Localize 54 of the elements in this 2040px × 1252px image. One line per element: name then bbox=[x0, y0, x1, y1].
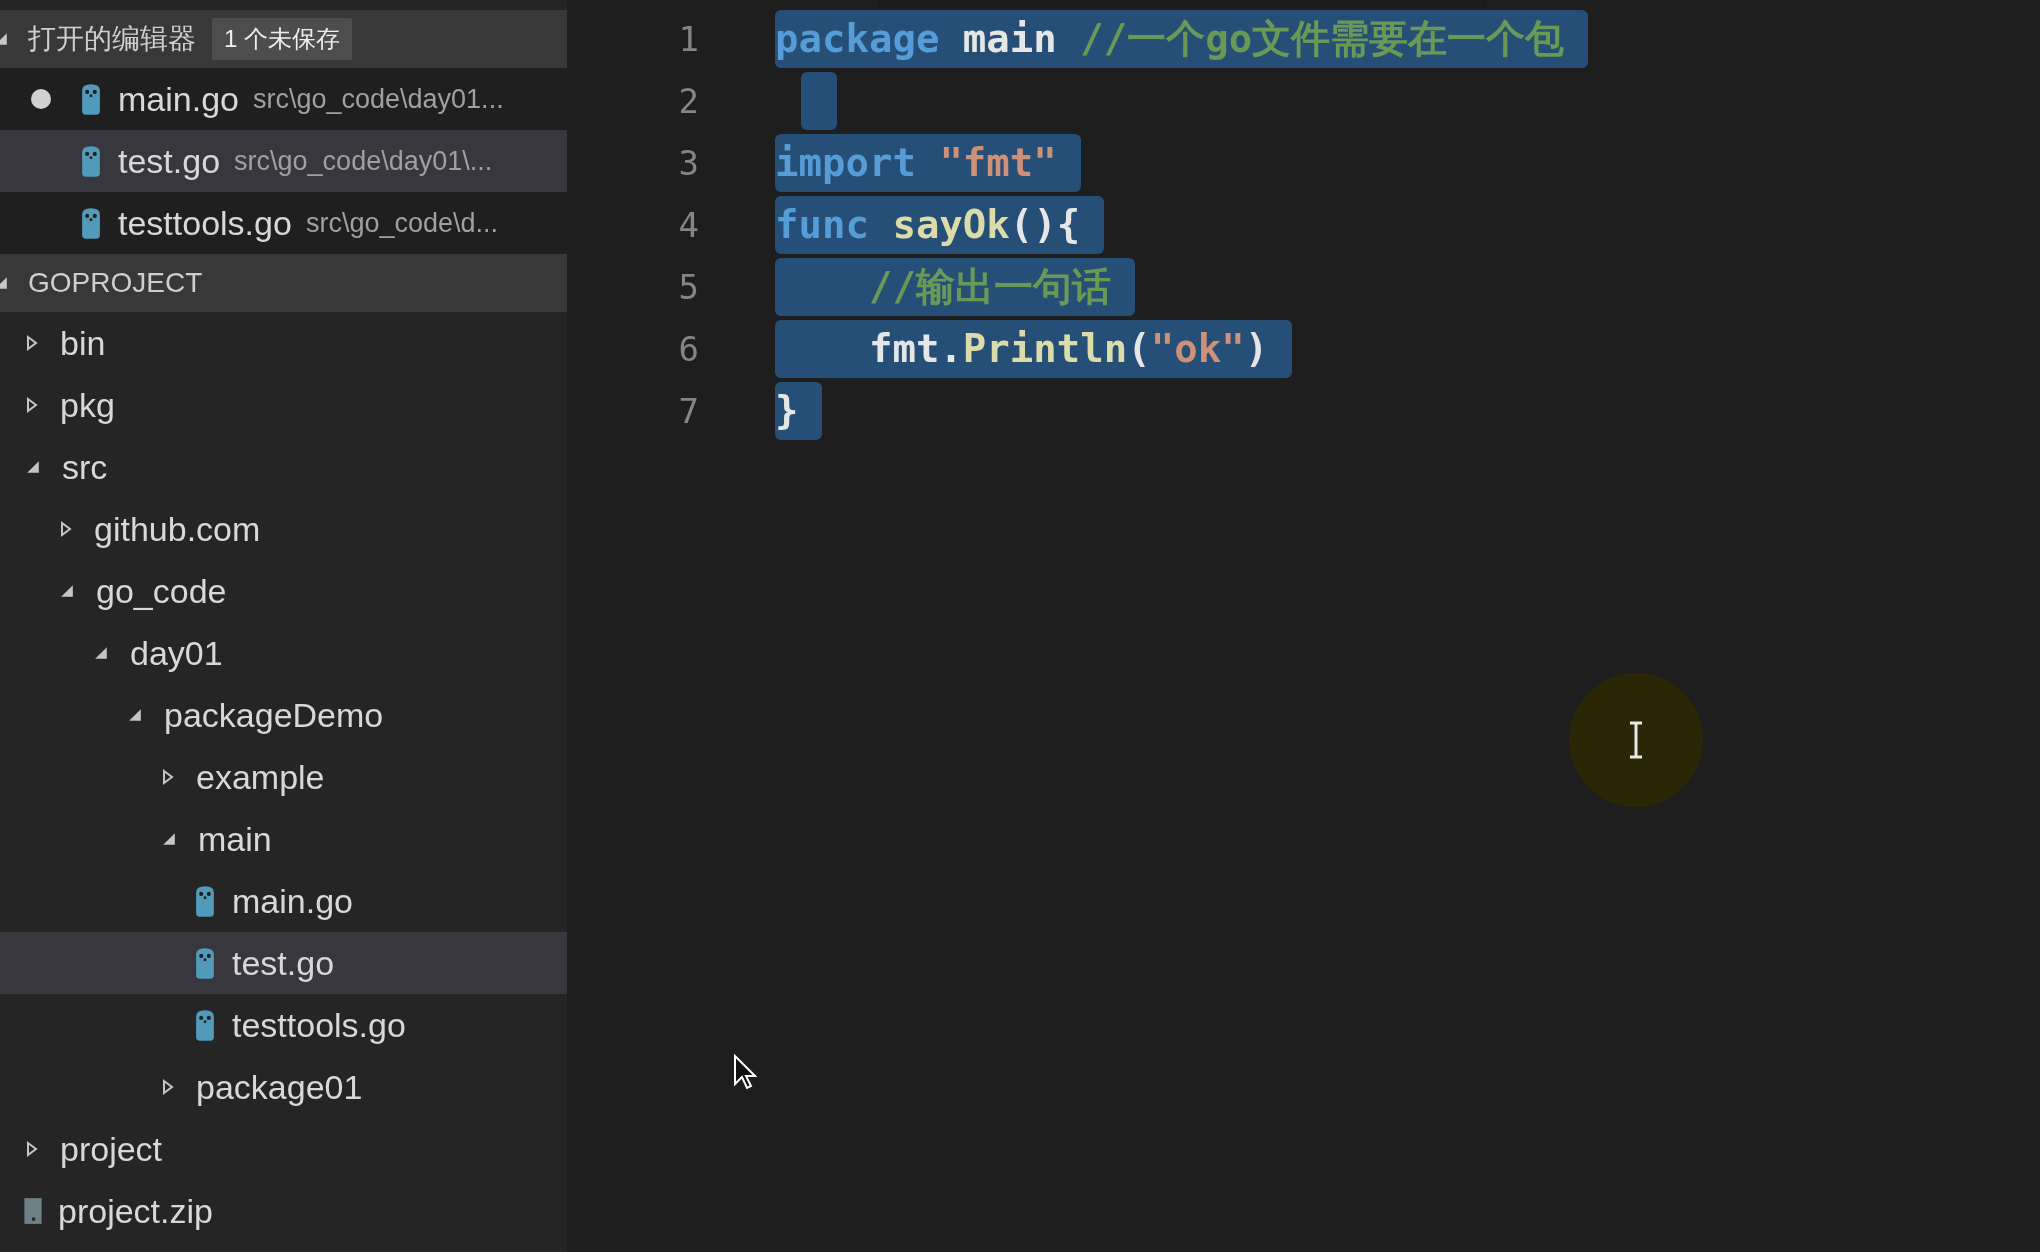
mouse-pointer-icon bbox=[733, 1054, 757, 1090]
tree-item[interactable]: project.zip bbox=[0, 1180, 567, 1242]
open-editor-item[interactable]: testtools.go src\go_code\d... bbox=[0, 192, 567, 254]
line-number: 7 bbox=[677, 391, 699, 431]
folder-name: example bbox=[196, 757, 325, 797]
unsaved-dot-icon bbox=[31, 89, 51, 109]
open-editor-item[interactable]: test.go src\go_code\day01\... bbox=[0, 130, 567, 192]
folder-name: bin bbox=[60, 323, 106, 363]
file-name: test.go bbox=[118, 141, 221, 181]
tree-item[interactable]: bin bbox=[0, 312, 567, 374]
tree-item[interactable]: main bbox=[0, 808, 567, 870]
line-number: 3 bbox=[677, 143, 699, 183]
tree-item[interactable]: src bbox=[0, 436, 567, 498]
folder-name: packageDemo bbox=[164, 695, 384, 735]
tree-item[interactable]: github.com bbox=[0, 498, 567, 560]
file-name: main.go bbox=[118, 79, 239, 119]
section-header[interactable]: GOPROJECT bbox=[0, 254, 567, 312]
section-header[interactable]: 打开的编辑器 1 个未保存 bbox=[0, 10, 567, 68]
file-path: src\go_code\d... bbox=[305, 207, 498, 239]
folder-name: github.com bbox=[94, 509, 261, 549]
tree-item[interactable]: main.go bbox=[0, 870, 567, 932]
file-name: testtools.go bbox=[118, 203, 292, 243]
line-number: 2 bbox=[677, 81, 699, 121]
line-number: 1 bbox=[677, 19, 699, 59]
open-editor-item[interactable]: main.go src\go_code\day01... bbox=[0, 68, 567, 130]
tree-item[interactable]: pkg bbox=[0, 374, 567, 436]
file-icon bbox=[22, 1197, 44, 1225]
tree-item[interactable]: day01 bbox=[0, 622, 567, 684]
file-name: main.go bbox=[232, 881, 353, 921]
folder-name: go_code bbox=[96, 571, 227, 611]
file-path: src\go_code\day01\... bbox=[234, 145, 493, 177]
file-name: project.zip bbox=[58, 1191, 213, 1231]
file-name: test.go bbox=[232, 943, 335, 983]
tree-item[interactable]: go_code bbox=[0, 560, 567, 622]
tree-item[interactable]: testtools.go bbox=[0, 994, 567, 1056]
line-number: 6 bbox=[677, 329, 699, 369]
section-title: 打开的编辑器 bbox=[28, 22, 196, 56]
folder-name: package01 bbox=[196, 1067, 363, 1107]
tree-item[interactable]: packageDemo bbox=[0, 684, 567, 746]
file-name: testtools.go bbox=[232, 1005, 406, 1045]
folder-name: pkg bbox=[60, 385, 115, 425]
section-title: GOPROJECT bbox=[28, 267, 203, 299]
folder-name: project bbox=[60, 1129, 163, 1169]
line-number: 4 bbox=[677, 205, 699, 245]
tree-item[interactable]: package01 bbox=[0, 1056, 567, 1118]
folder-name: main bbox=[198, 819, 272, 859]
tree-item[interactable]: project bbox=[0, 1118, 567, 1180]
line-number: 5 bbox=[677, 267, 699, 307]
folder-name: src bbox=[62, 447, 108, 487]
unsaved-count-badge: 1 个未保存 bbox=[212, 18, 352, 60]
file-path: src\go_code\day01... bbox=[252, 83, 504, 115]
tree-item[interactable]: example bbox=[0, 746, 567, 808]
tree-item[interactable]: test.go bbox=[0, 932, 567, 994]
folder-name: day01 bbox=[130, 633, 223, 673]
